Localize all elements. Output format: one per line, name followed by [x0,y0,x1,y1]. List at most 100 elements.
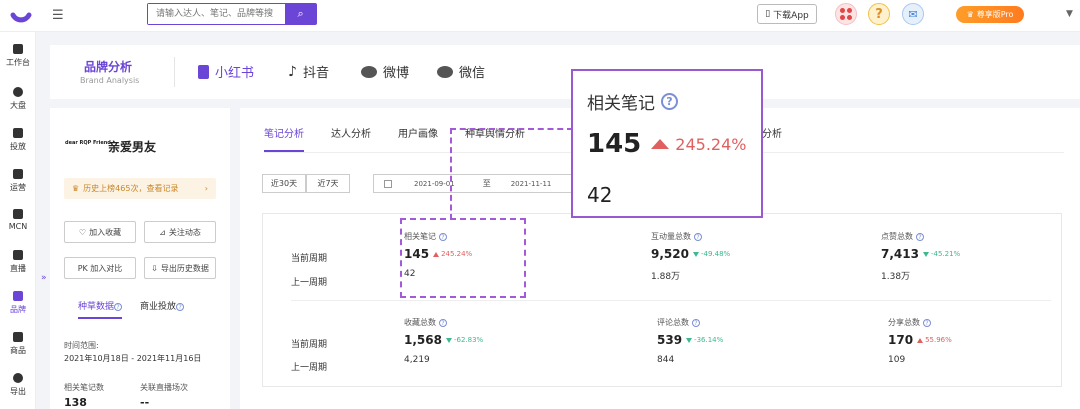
info-icon[interactable]: ? [694,232,702,241]
zoom-callout: 相关笔记? 145 245.24% 42 [571,69,763,218]
follow-updates-button[interactable]: ⊿ 关注动态 [144,221,216,243]
button-label: 关注动态 [168,227,201,237]
account-dropdown-icon[interactable]: ▼ [1066,9,1073,19]
metric-change: -36.14% [686,336,723,344]
tab-seeding-data[interactable]: 种草数据? [78,299,123,319]
apps-button[interactable] [835,3,857,25]
tab-note-analysis[interactable]: 笔记分析 [264,125,304,152]
rail-item-export[interactable]: 导出 [0,373,36,397]
phone-icon: ▯ [765,9,771,19]
rail-item-mcn[interactable]: MCN [0,209,36,231]
tab-more-analysis[interactable]: 分析 [762,125,782,140]
zoom-metric-value: 145 [587,129,642,159]
time-range-value: 2021年10月18日 - 2021年11月16日 [64,354,202,363]
calendar-icon [384,179,392,188]
shopping-icon [13,332,23,342]
info-icon[interactable]: ? [923,318,931,327]
highlight-connector [450,128,573,220]
period-30d-button[interactable]: 近30天 [262,174,306,193]
rail-item-ads[interactable]: 投放 [0,128,36,152]
search-button[interactable]: ⌕ [285,4,316,24]
app-logo-icon[interactable] [8,3,34,29]
change-text: -62.83% [453,336,484,344]
platform-tab-douyin[interactable]: ♪ 抖音 [288,62,329,82]
search-box: ⌕ [147,3,317,25]
date-start[interactable]: 2021-09-01 [414,180,455,188]
left-nav-rail: 工作台 大盘 投放 运营 MCN 直播 品牌 商品 导出 [0,32,36,409]
platform-tab-wechat[interactable]: 微信 [437,62,485,81]
info-icon[interactable]: ? [916,232,924,241]
video-icon [13,250,23,260]
rail-label: 直播 [10,264,26,273]
related-notes-label: 相关笔记数 [64,383,104,392]
export-history-button[interactable]: ⇩ 导出历史数据 [144,257,216,279]
download-app-button[interactable]: ▯ 下载App [757,4,817,24]
metric-name: 互动量总数 [651,232,691,241]
search-input[interactable] [148,4,286,24]
tab-user-portrait[interactable]: 用户画像 [398,125,438,152]
metric-interactions: 互动量总数? 9,520 -49.48% 1.88万 [651,231,730,282]
rail-label: 大盘 [10,101,26,110]
crown-icon: ♛ [966,10,974,19]
rail-item-workbench[interactable]: 工作台 [0,44,36,68]
download-icon: ⇩ [151,263,158,273]
tab-label: 种草数据 [78,302,115,312]
header-divider [174,57,175,87]
tab-kol-analysis[interactable]: 达人分析 [331,125,371,152]
info-icon[interactable]: ? [692,318,700,327]
pro-version-button[interactable]: ♛ 尊享版Pro [956,6,1024,23]
info-icon[interactable]: ? [439,318,447,327]
platform-tab-weibo[interactable]: 微博 [361,62,409,81]
music-note-icon: ♪ [288,63,297,80]
pie-icon [13,87,23,97]
metric-previous: 844 [657,355,675,365]
row-label-previous: 上一周期 [291,278,328,288]
zoom-change-text: 245.24% [675,134,747,154]
time-range-label: 时间范围: [64,341,99,350]
help-button[interactable]: ? [868,3,890,25]
live-sessions-value: -- [140,396,150,409]
brand-name: 亲爱男友 [108,140,157,154]
metrics-table: 当前周期 上一周期 当前周期 上一周期 相关笔记? 145 245.24% 42 … [262,213,1062,387]
metric-change: -49.48% [692,250,730,258]
change-text: -45.21% [930,250,961,258]
info-icon: ? [661,93,678,110]
rail-item-market[interactable]: 大盘 [0,87,36,111]
left-panel-tabs: 种草数据? 商业投放? [78,299,185,319]
brand-analysis-header: 品牌分析 Brand Analysis 小红书 ♪ 抖音 微博 微信 [50,45,1080,99]
rail-label: 商品 [10,346,26,355]
metric-value: 1,568 [404,333,442,347]
add-compare-button[interactable]: PK 加入对比 [64,257,136,279]
platform-label: 微博 [383,66,410,81]
arrow-down-icon [692,251,699,257]
metric-comments: 评论总数? 539 -36.14% 844 [657,317,723,365]
menu-toggle-icon[interactable]: ☰ [52,8,64,23]
rail-item-operation[interactable]: 运营 [0,169,36,193]
metric-value: 539 [657,333,683,347]
button-label: 导出历史数据 [160,263,209,273]
history-rank-link[interactable]: ♛ 历史上榜465次，查看记录 › [64,178,216,199]
page-subtitle: Brand Analysis [80,76,140,85]
rail-label: 投放 [10,142,26,151]
rail-item-brand[interactable]: 品牌 [0,291,36,315]
building-icon [13,209,23,219]
rail-item-goods[interactable]: 商品 [0,332,36,356]
message-button[interactable]: ✉ [902,3,924,25]
download-app-label: 下载App [773,10,809,21]
add-favorite-button[interactable]: ♡ 加入收藏 [64,221,136,243]
row-label-previous: 上一周期 [291,363,328,373]
platform-tab-xiaohongshu[interactable]: 小红书 [198,62,254,81]
arrow-down-icon [445,337,452,343]
metric-change: 55.96% [917,336,952,344]
tab-commercial-ads[interactable]: 商业投放? [140,299,185,319]
arrow-down-icon [922,251,929,257]
metric-name: 收藏总数 [404,318,436,327]
rail-item-live[interactable]: 直播 [0,250,36,274]
wechat-icon [437,65,453,78]
page-title: 品牌分析 [84,60,133,74]
expand-rail-icon[interactable]: » [41,273,47,283]
period-7d-button[interactable]: 近7天 [306,174,350,193]
platform-label: 小红书 [215,66,255,81]
brand-logo: dear RQP Friend [65,140,111,146]
chart-icon [13,169,23,179]
